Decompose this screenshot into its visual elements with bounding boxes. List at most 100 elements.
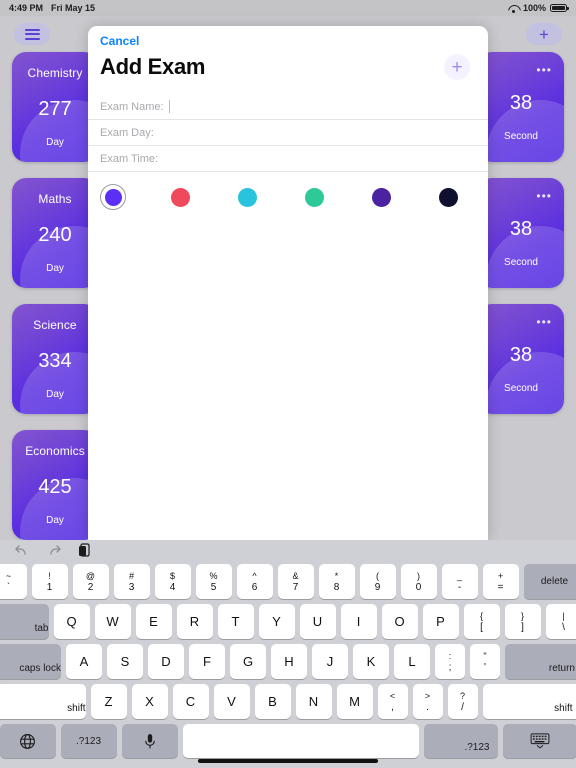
- menu-button[interactable]: [14, 23, 50, 45]
- key-numeric-left[interactable]: .?123: [60, 724, 117, 758]
- card-options-icon[interactable]: •••: [536, 190, 552, 202]
- key-t[interactable]: T: [217, 604, 254, 639]
- card-options-icon[interactable]: •••: [536, 64, 552, 76]
- key-semicolon[interactable]: :;: [435, 644, 465, 679]
- key-c[interactable]: C: [172, 684, 209, 719]
- key-b[interactable]: B: [254, 684, 291, 719]
- cancel-button[interactable]: Cancel: [88, 26, 488, 48]
- key-5[interactable]: % 5: [195, 564, 232, 599]
- card-unit: Second: [504, 257, 538, 268]
- key-k[interactable]: K: [353, 644, 389, 679]
- key-minus[interactable]: _ -: [441, 564, 478, 599]
- keyboard-dismiss-icon[interactable]: [502, 724, 576, 758]
- undo-icon[interactable]: [14, 543, 30, 562]
- exam-card[interactable]: ••• 38 Second: [478, 178, 564, 288]
- keyboard-row-space: .?123 .?123: [0, 724, 576, 758]
- keyboard-row-bottom: shift Z X C V B N M <, >. ? / shift: [0, 684, 576, 719]
- color-swatch[interactable]: [302, 184, 328, 210]
- color-swatch[interactable]: [234, 184, 260, 210]
- key-u[interactable]: U: [299, 604, 336, 639]
- key-quote[interactable]: " ': [470, 644, 500, 679]
- key-upper: {: [479, 611, 483, 621]
- key-h[interactable]: H: [271, 644, 307, 679]
- key-lower: 2: [87, 582, 94, 593]
- key-tab[interactable]: tab: [0, 604, 49, 639]
- key-comma[interactable]: <,: [377, 684, 408, 719]
- key-v[interactable]: V: [213, 684, 250, 719]
- key-w[interactable]: W: [94, 604, 131, 639]
- key-e[interactable]: E: [135, 604, 172, 639]
- card-title: Science: [33, 318, 77, 332]
- exam-card[interactable]: Chemistry 277 Day: [12, 52, 98, 162]
- key-q[interactable]: Q: [53, 604, 90, 639]
- paste-icon[interactable]: [78, 542, 92, 563]
- key-4[interactable]: $4: [154, 564, 191, 599]
- exam-card[interactable]: ••• 38 Second: [478, 52, 564, 162]
- key-a[interactable]: A: [66, 644, 102, 679]
- key-6[interactable]: ^ 6: [236, 564, 273, 599]
- key-period[interactable]: >.: [412, 684, 443, 719]
- key-upper: !: [48, 571, 51, 581]
- key-j[interactable]: J: [312, 644, 348, 679]
- add-button[interactable]: +: [526, 23, 562, 45]
- key-d[interactable]: D: [148, 644, 184, 679]
- key-p[interactable]: P: [422, 604, 459, 639]
- exam-card[interactable]: Science 334 Day: [12, 304, 98, 414]
- key-l[interactable]: L: [394, 644, 430, 679]
- exam-card[interactable]: Maths 240 Day: [12, 178, 98, 288]
- key-8[interactable]: * 8: [318, 564, 355, 599]
- card-options-icon[interactable]: •••: [536, 316, 552, 328]
- key-lower: 4: [169, 582, 176, 593]
- key-delete[interactable]: delete: [523, 564, 576, 599]
- key-1[interactable]: ! 1: [31, 564, 68, 599]
- key-3[interactable]: #3: [113, 564, 150, 599]
- key-shift-left[interactable]: shift: [0, 684, 86, 719]
- key-bracket-left[interactable]: {[: [463, 604, 500, 639]
- confirm-add-button[interactable]: +: [444, 54, 470, 80]
- exam-day-field[interactable]: Exam Day:: [88, 120, 488, 146]
- key-z[interactable]: Z: [90, 684, 127, 719]
- key-2[interactable]: @2: [72, 564, 109, 599]
- status-bar-left: 4:49 PM Fri May 15: [9, 3, 95, 13]
- key-o[interactable]: O: [381, 604, 418, 639]
- key-tilde[interactable]: ~ `: [0, 564, 27, 599]
- key-x[interactable]: X: [131, 684, 168, 719]
- key-n[interactable]: N: [295, 684, 332, 719]
- exam-card[interactable]: ••• 38 Second: [478, 304, 564, 414]
- key-upper: ?: [459, 691, 465, 701]
- color-swatch[interactable]: [436, 184, 462, 210]
- key-numeric-right[interactable]: .?123: [423, 724, 498, 758]
- key-m[interactable]: M: [336, 684, 373, 719]
- color-swatch[interactable]: [369, 184, 395, 210]
- key-lower: ': [484, 662, 486, 673]
- exam-time-field[interactable]: Exam Time:: [88, 146, 488, 172]
- microphone-icon[interactable]: [121, 724, 178, 758]
- key-slash[interactable]: ? /: [447, 684, 478, 719]
- card-unit: Day: [46, 263, 64, 274]
- home-indicator: [198, 759, 378, 763]
- key-space[interactable]: [182, 724, 419, 758]
- key-caps-lock[interactable]: caps lock: [0, 644, 61, 679]
- key-backslash[interactable]: | \: [545, 604, 576, 639]
- status-date: Fri May 15: [51, 3, 96, 13]
- key-shift-right[interactable]: shift: [482, 684, 576, 719]
- hamburger-menu-icon: [24, 28, 40, 40]
- key-i[interactable]: I: [340, 604, 377, 639]
- key-s[interactable]: S: [107, 644, 143, 679]
- key-return[interactable]: return: [505, 644, 576, 679]
- key-r[interactable]: R: [176, 604, 213, 639]
- key-0[interactable]: ) 0: [400, 564, 437, 599]
- color-swatch-selected[interactable]: [100, 184, 126, 210]
- key-g[interactable]: G: [230, 644, 266, 679]
- key-9[interactable]: (9: [359, 564, 396, 599]
- color-swatch[interactable]: [167, 184, 193, 210]
- key-y[interactable]: Y: [258, 604, 295, 639]
- redo-icon[interactable]: [46, 543, 62, 562]
- key-bracket-right[interactable]: }]: [504, 604, 541, 639]
- key-f[interactable]: F: [189, 644, 225, 679]
- key-7[interactable]: & 7: [277, 564, 314, 599]
- exam-name-field[interactable]: Exam Name:: [88, 94, 488, 120]
- key-equals[interactable]: + =: [482, 564, 519, 599]
- globe-icon[interactable]: [0, 724, 56, 758]
- exam-card[interactable]: Economics 425 Day: [12, 430, 98, 540]
